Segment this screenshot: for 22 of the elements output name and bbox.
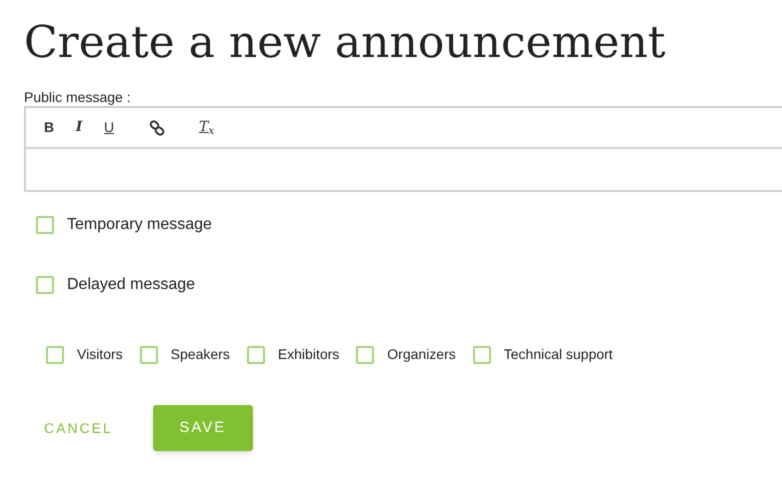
checkbox-label: Delayed message <box>67 275 196 295</box>
checkbox[interactable] <box>246 346 265 364</box>
checkbox-label: Exhibitors <box>278 345 340 364</box>
checkbox[interactable] <box>36 276 54 294</box>
clear-format-button[interactable]: T$_{x}$ <box>199 117 214 138</box>
italic-button[interactable]: I <box>73 117 85 138</box>
link-icon[interactable] <box>149 120 165 136</box>
checkbox[interactable] <box>140 346 158 364</box>
bold-button[interactable]: B <box>43 117 55 138</box>
checkbox-label: Speakers <box>170 345 230 364</box>
checkbox-label: Visitors <box>77 345 123 364</box>
checkbox[interactable] <box>36 216 54 234</box>
field-label: Public message : <box>24 88 132 106</box>
underline-button[interactable]: U <box>103 117 115 138</box>
checkbox[interactable] <box>46 346 64 364</box>
checkbox-label: Temporary message <box>67 215 212 235</box>
page-title: Create a new announcement <box>24 16 666 70</box>
checkbox[interactable] <box>356 346 374 364</box>
checkbox-label: Technical support <box>504 345 613 364</box>
checkbox[interactable] <box>472 346 491 364</box>
checkbox-label: Organizers <box>387 345 456 364</box>
text-editor[interactable]: B I U T$_{x}$ <box>24 106 782 192</box>
